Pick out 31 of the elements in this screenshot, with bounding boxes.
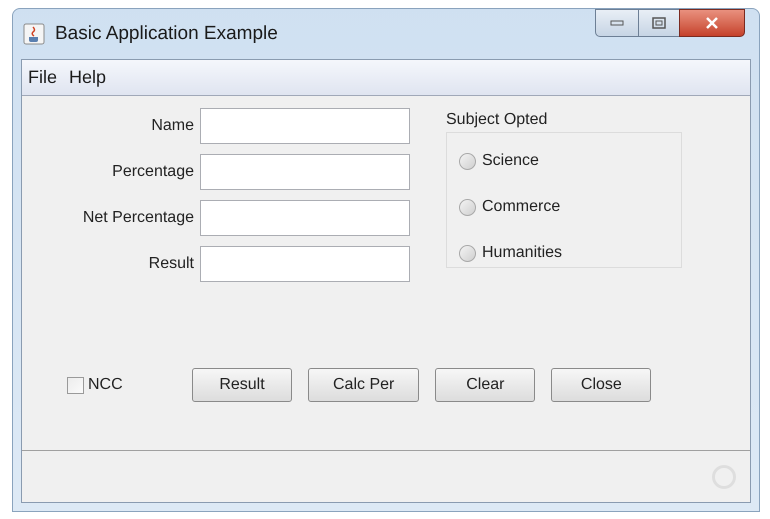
field-label: Net Percentage: [82, 208, 194, 228]
window-title: Basic Application Example: [55, 22, 278, 46]
radio-button[interactable]: [459, 152, 476, 170]
field-label: Result: [148, 254, 194, 274]
java-cup-icon: [23, 23, 45, 45]
radio-button[interactable]: [459, 198, 476, 216]
text-field[interactable]: [200, 108, 410, 144]
maximize-button[interactable]: [639, 9, 679, 37]
field-label: Name: [150, 116, 194, 136]
radio-button[interactable]: [459, 244, 476, 262]
group-title: Subject Opted: [446, 110, 548, 130]
action-button[interactable]: Close: [551, 368, 652, 402]
action-button[interactable]: Result: [192, 368, 292, 402]
radio-option[interactable]: Commerce: [459, 195, 681, 219]
text-field[interactable]: [200, 200, 410, 236]
checkbox[interactable]: [67, 376, 84, 394]
text-field[interactable]: [200, 154, 410, 190]
action-button[interactable]: Calc Per: [308, 368, 420, 402]
close-button[interactable]: [679, 9, 745, 37]
minimize-button[interactable]: [595, 9, 639, 37]
radio-option[interactable]: Science: [459, 149, 681, 173]
ncc-checkbox-option[interactable]: NCC: [67, 373, 192, 397]
action-button[interactable]: Clear: [435, 368, 536, 402]
menu-item[interactable]: File: [28, 64, 58, 91]
maximize-icon: [652, 17, 666, 29]
close-icon: [705, 17, 719, 29]
radio-option[interactable]: Humanities: [459, 241, 681, 265]
menu-item[interactable]: Help: [69, 64, 106, 91]
text-field[interactable]: [200, 246, 410, 282]
minimize-icon: [610, 20, 624, 26]
field-label: Percentage: [111, 162, 194, 182]
